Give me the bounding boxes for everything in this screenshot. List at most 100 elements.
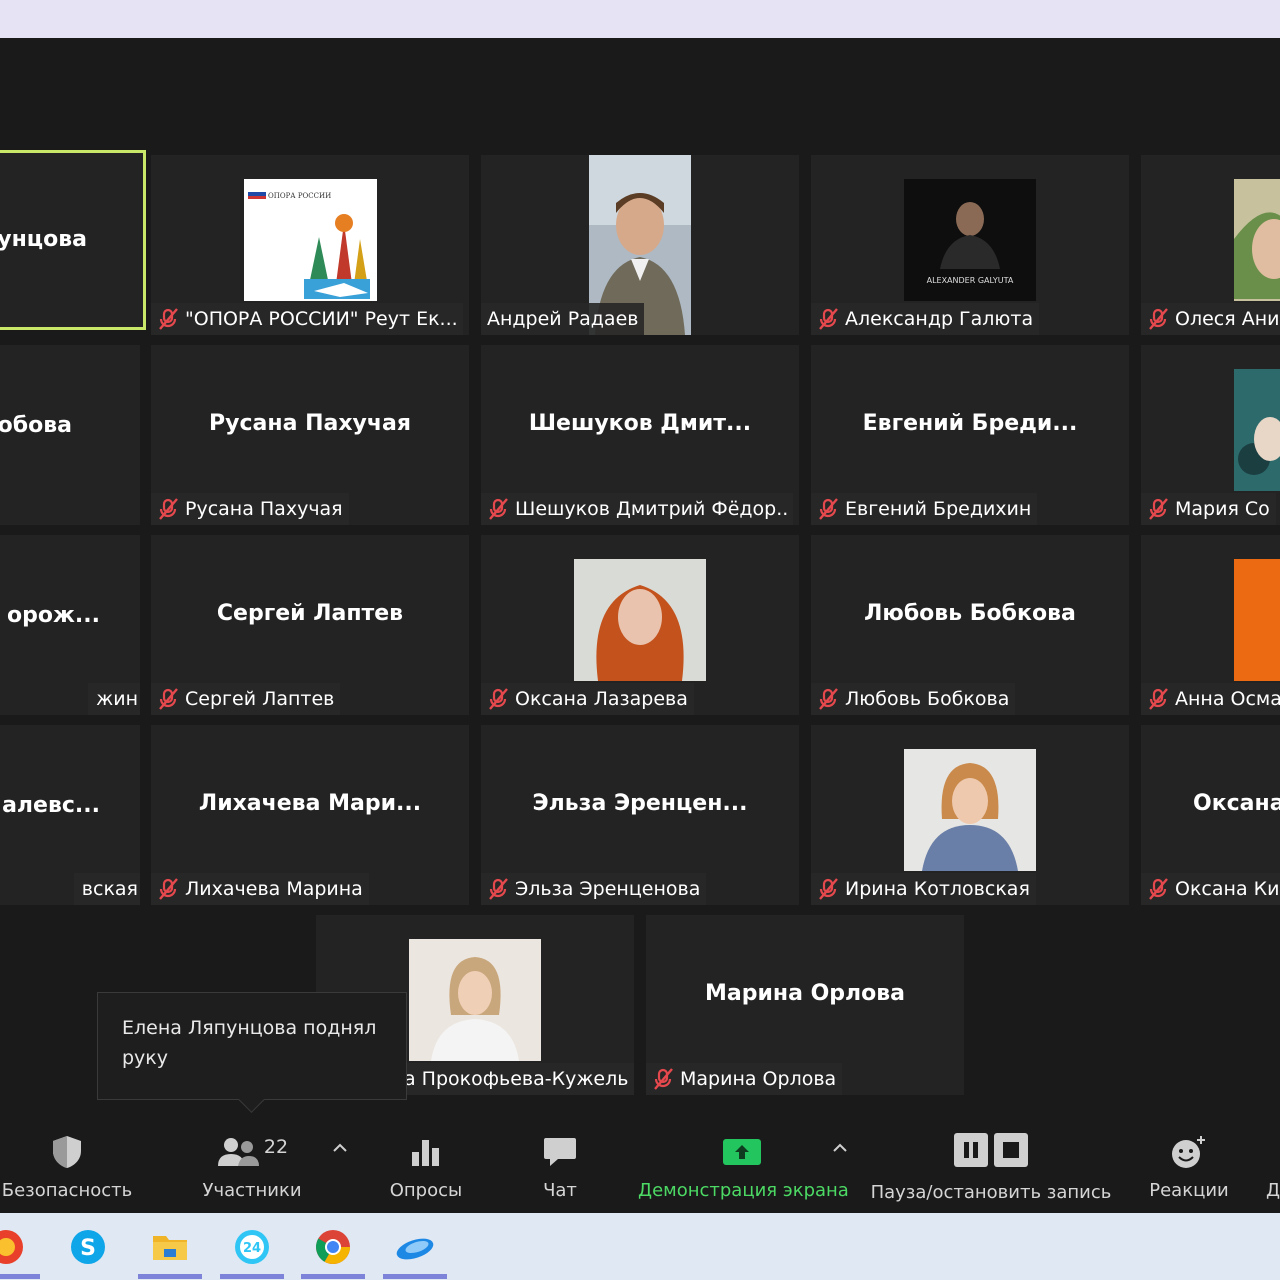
chrome-icon[interactable] xyxy=(313,1227,353,1267)
muted-mic-icon xyxy=(819,878,838,900)
participant-name-large: алевс... xyxy=(2,793,100,818)
video-tile[interactable]: Оксана Лазарева xyxy=(481,535,799,715)
participant-name: а Прокофьева-Кужель xyxy=(404,1068,629,1090)
participant-nametag: Ирина Котловская xyxy=(811,873,1036,905)
bitrix24-icon[interactable]: 24 xyxy=(232,1227,272,1267)
participant-nametag: Эльза Эренценова xyxy=(481,873,707,905)
participant-name: Анна Осма xyxy=(1175,688,1280,710)
muted-mic-icon xyxy=(1149,878,1168,900)
svg-text:24: 24 xyxy=(243,1241,261,1256)
participant-name-large: обова xyxy=(0,413,72,438)
participant-name-large: Евгений Бреди... xyxy=(862,411,1078,436)
muted-mic-icon xyxy=(489,498,508,520)
participant-name: Ирина Котловская xyxy=(845,878,1030,900)
chevron-up-icon xyxy=(833,1143,847,1152)
participant-nametag: вская xyxy=(73,873,140,905)
video-tile[interactable]: ALEXANDER GALYUTA Александр Галюта xyxy=(811,155,1129,335)
avatar-caption: ALEXANDER GALYUTA xyxy=(927,276,1014,285)
participant-avatar xyxy=(1234,369,1280,491)
video-tile[interactable]: алевс... вская xyxy=(0,725,140,905)
muted-mic-icon xyxy=(159,688,178,710)
muted-mic-icon xyxy=(489,878,508,900)
polls-button[interactable]: Опросы xyxy=(382,1132,470,1201)
video-tile[interactable]: Анна Осма xyxy=(1141,535,1280,715)
participant-nametag: Оксана Ки xyxy=(1141,873,1280,905)
bar-chart-icon xyxy=(412,1140,439,1166)
muted-mic-icon xyxy=(819,498,838,520)
muted-mic-icon xyxy=(159,498,178,520)
meeting-toolbar: Безопасность 22 Участники Опросы Чат Дем… xyxy=(0,1120,1280,1213)
video-tile[interactable]: Марина Орлова Марина Орлова xyxy=(646,915,964,1095)
video-gallery: унцова ОПОРА РОССИИ "ОПОРА РОССИИ" Реут … xyxy=(0,38,1280,1120)
svg-text:S: S xyxy=(80,1236,96,1261)
participant-name: Русана Пахучая xyxy=(185,498,343,520)
participant-name: Сергей Лаптев xyxy=(185,688,335,710)
participant-nametag: жин xyxy=(88,683,140,715)
taskbar-active-indicator xyxy=(0,1274,40,1279)
video-tile[interactable]: Русана Пахучая Русана Пахучая xyxy=(151,345,469,525)
share-options-chevron[interactable] xyxy=(830,1138,850,1159)
browser-red-icon xyxy=(0,1230,23,1264)
video-tile[interactable]: унцова xyxy=(0,150,146,330)
video-tile[interactable]: орож... жин xyxy=(0,535,140,715)
muted-mic-icon xyxy=(819,688,838,710)
chat-button[interactable]: Чат xyxy=(526,1132,594,1201)
participant-nametag: Любовь Бобкова xyxy=(811,683,1016,715)
muted-mic-icon xyxy=(654,1068,673,1090)
share-screen-label: Демонстрация экрана xyxy=(638,1180,849,1201)
video-tile[interactable]: обова xyxy=(0,345,140,525)
file-explorer-icon[interactable] xyxy=(150,1227,190,1267)
taskbar-active-indicator xyxy=(220,1274,284,1279)
video-tile[interactable]: Шешуков Дмит... Шешуков Дмитрий Фёдор... xyxy=(481,345,799,525)
video-tile[interactable]: Сергей Лаптев Сергей Лаптев xyxy=(151,535,469,715)
reactions-button[interactable]: Реакции xyxy=(1146,1132,1232,1201)
video-tile[interactable]: Эльза Эренцен... Эльза Эренценова xyxy=(481,725,799,905)
record-label: Пауза/остановить запись xyxy=(870,1182,1112,1203)
participant-avatar xyxy=(574,559,706,681)
muted-mic-icon xyxy=(1149,308,1168,330)
shield-icon xyxy=(53,1136,81,1168)
participant-nametag: "ОПОРА РОССИИ" Реут Ек... xyxy=(151,303,463,335)
participant-name-large: Оксана xyxy=(1193,791,1280,816)
participant-name: Марина Орлова xyxy=(680,1068,837,1090)
participant-name: Оксана Ки xyxy=(1175,878,1280,900)
skype-icon[interactable]: S xyxy=(68,1227,108,1267)
participants-menu-chevron[interactable] xyxy=(330,1138,350,1159)
video-tile[interactable]: Олеся Ани xyxy=(1141,155,1280,335)
share-screen-button[interactable]: Демонстрация экрана xyxy=(638,1132,849,1201)
participant-name: Мария Со xyxy=(1175,498,1270,520)
pause-icon xyxy=(954,1133,988,1167)
video-tile[interactable]: Евгений Бреди... Евгений Бредихин xyxy=(811,345,1129,525)
security-button[interactable]: Безопасность xyxy=(0,1132,134,1201)
raise-hand-notification: Елена Ляпунцова поднял руку xyxy=(97,992,407,1100)
record-controls[interactable]: Пауза/остановить запись xyxy=(868,1130,1114,1203)
zoom-app-icon[interactable] xyxy=(395,1227,435,1267)
video-tile[interactable]: ОПОРА РОССИИ "ОПОРА РОССИИ" Реут Ек... xyxy=(151,155,469,335)
participant-nametag: Александр Галюта xyxy=(811,303,1040,335)
participant-name-large: орож... xyxy=(7,603,100,628)
video-tile[interactable]: Мария Со xyxy=(1141,345,1280,525)
participant-name-large: Марина Орлова xyxy=(704,981,906,1006)
participant-nametag: Шешуков Дмитрий Фёдор... xyxy=(481,493,793,525)
more-button-partial[interactable]: Д xyxy=(1266,1132,1280,1201)
taskbar-app-icon[interactable] xyxy=(0,1227,26,1267)
participant-nametag: Марина Орлова xyxy=(646,1063,843,1095)
video-tile[interactable]: Любовь Бобкова Любовь Бобкова xyxy=(811,535,1129,715)
participant-name-large: Эльза Эренцен... xyxy=(532,791,748,816)
participant-nametag: Оксана Лазарева xyxy=(481,683,694,715)
participants-label: Участники xyxy=(202,1180,302,1201)
video-tile[interactable]: Андрей Радаев xyxy=(481,155,799,335)
logo-text: ОПОРА РОССИИ xyxy=(268,192,331,200)
video-tile[interactable]: Оксана Оксана Ки xyxy=(1141,725,1280,905)
participant-name: Александр Галюта xyxy=(845,308,1034,330)
participant-name: Эльза Эренценова xyxy=(515,878,701,900)
polls-label: Опросы xyxy=(389,1180,463,1201)
participants-button[interactable]: 22 Участники xyxy=(196,1132,308,1201)
muted-mic-icon xyxy=(159,308,178,330)
participant-avatar: ALEXANDER GALYUTA xyxy=(904,179,1036,301)
video-tile[interactable]: Ирина Котловская xyxy=(811,725,1129,905)
video-tile[interactable]: Лихачева Мари... Лихачева Марина xyxy=(151,725,469,905)
chat-bubble-icon xyxy=(544,1138,576,1166)
participant-name: Лихачева Марина xyxy=(185,878,363,900)
participant-nametag: а Прокофьева-Кужель xyxy=(400,1063,634,1095)
